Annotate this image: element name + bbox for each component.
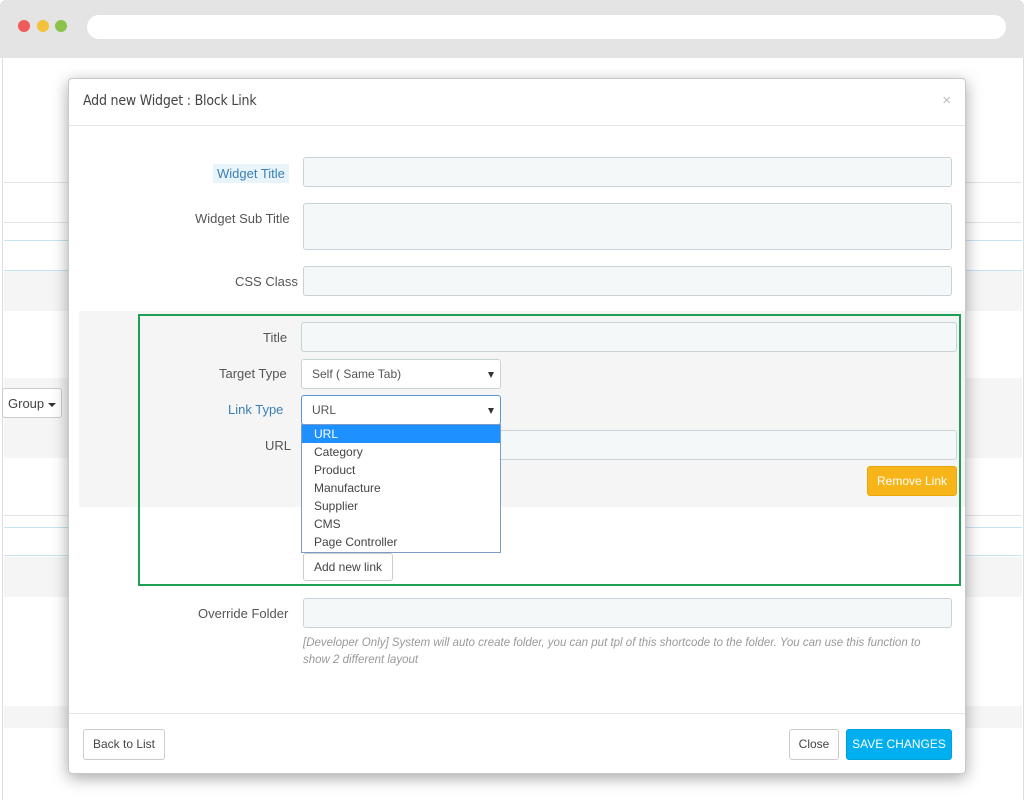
browser-titlebar [0, 0, 1024, 58]
add-widget-modal: Add new Widget : Block Link × Widget Tit… [68, 78, 966, 774]
override-folder-label: Override Folder [198, 606, 289, 621]
widget-title-input[interactable] [303, 157, 952, 187]
dropdown-option-manufacture[interactable]: Manufacture [302, 479, 500, 497]
dropdown-option-url[interactable]: URL [302, 425, 500, 443]
widget-title-label: Widget Title [213, 164, 289, 183]
save-changes-button[interactable]: SAVE CHANGES [846, 729, 952, 760]
modal-title: Add new Widget : Block Link [83, 93, 257, 109]
group-button-label: Group [8, 396, 45, 411]
dropdown-option-category[interactable]: Category [302, 443, 500, 461]
chevron-down-icon [48, 402, 57, 407]
css-class-label: CSS Class [235, 274, 298, 289]
window-maximize-dot[interactable] [55, 20, 67, 32]
dropdown-option-product[interactable]: Product [302, 461, 500, 479]
address-bar[interactable] [87, 15, 1006, 39]
back-to-list-button[interactable]: Back to List [83, 729, 165, 760]
override-folder-input[interactable] [303, 598, 952, 628]
css-class-input[interactable] [303, 266, 952, 296]
link-highlight-box [138, 314, 961, 586]
modal-footer-divider [69, 713, 965, 714]
widget-sub-title-label: Widget Sub Title [195, 211, 290, 226]
override-folder-help-text: [Developer Only] System will auto create… [303, 637, 921, 666]
modal-header: Add new Widget : Block Link × [69, 79, 965, 126]
dropdown-option-supplier[interactable]: Supplier [302, 497, 500, 515]
link-type-dropdown-list[interactable]: URL Category Product Manufacture Supplie… [301, 424, 501, 553]
window-minimize-dot[interactable] [37, 20, 49, 32]
dropdown-option-page-controller[interactable]: Page Controller [302, 533, 500, 551]
close-button[interactable]: Close [789, 729, 839, 760]
widget-sub-title-input[interactable] [303, 203, 952, 250]
group-button[interactable]: Group [2, 388, 62, 418]
window-close-dot[interactable] [18, 20, 30, 32]
close-icon[interactable]: × [942, 92, 951, 109]
dropdown-option-cms[interactable]: CMS [302, 515, 500, 533]
